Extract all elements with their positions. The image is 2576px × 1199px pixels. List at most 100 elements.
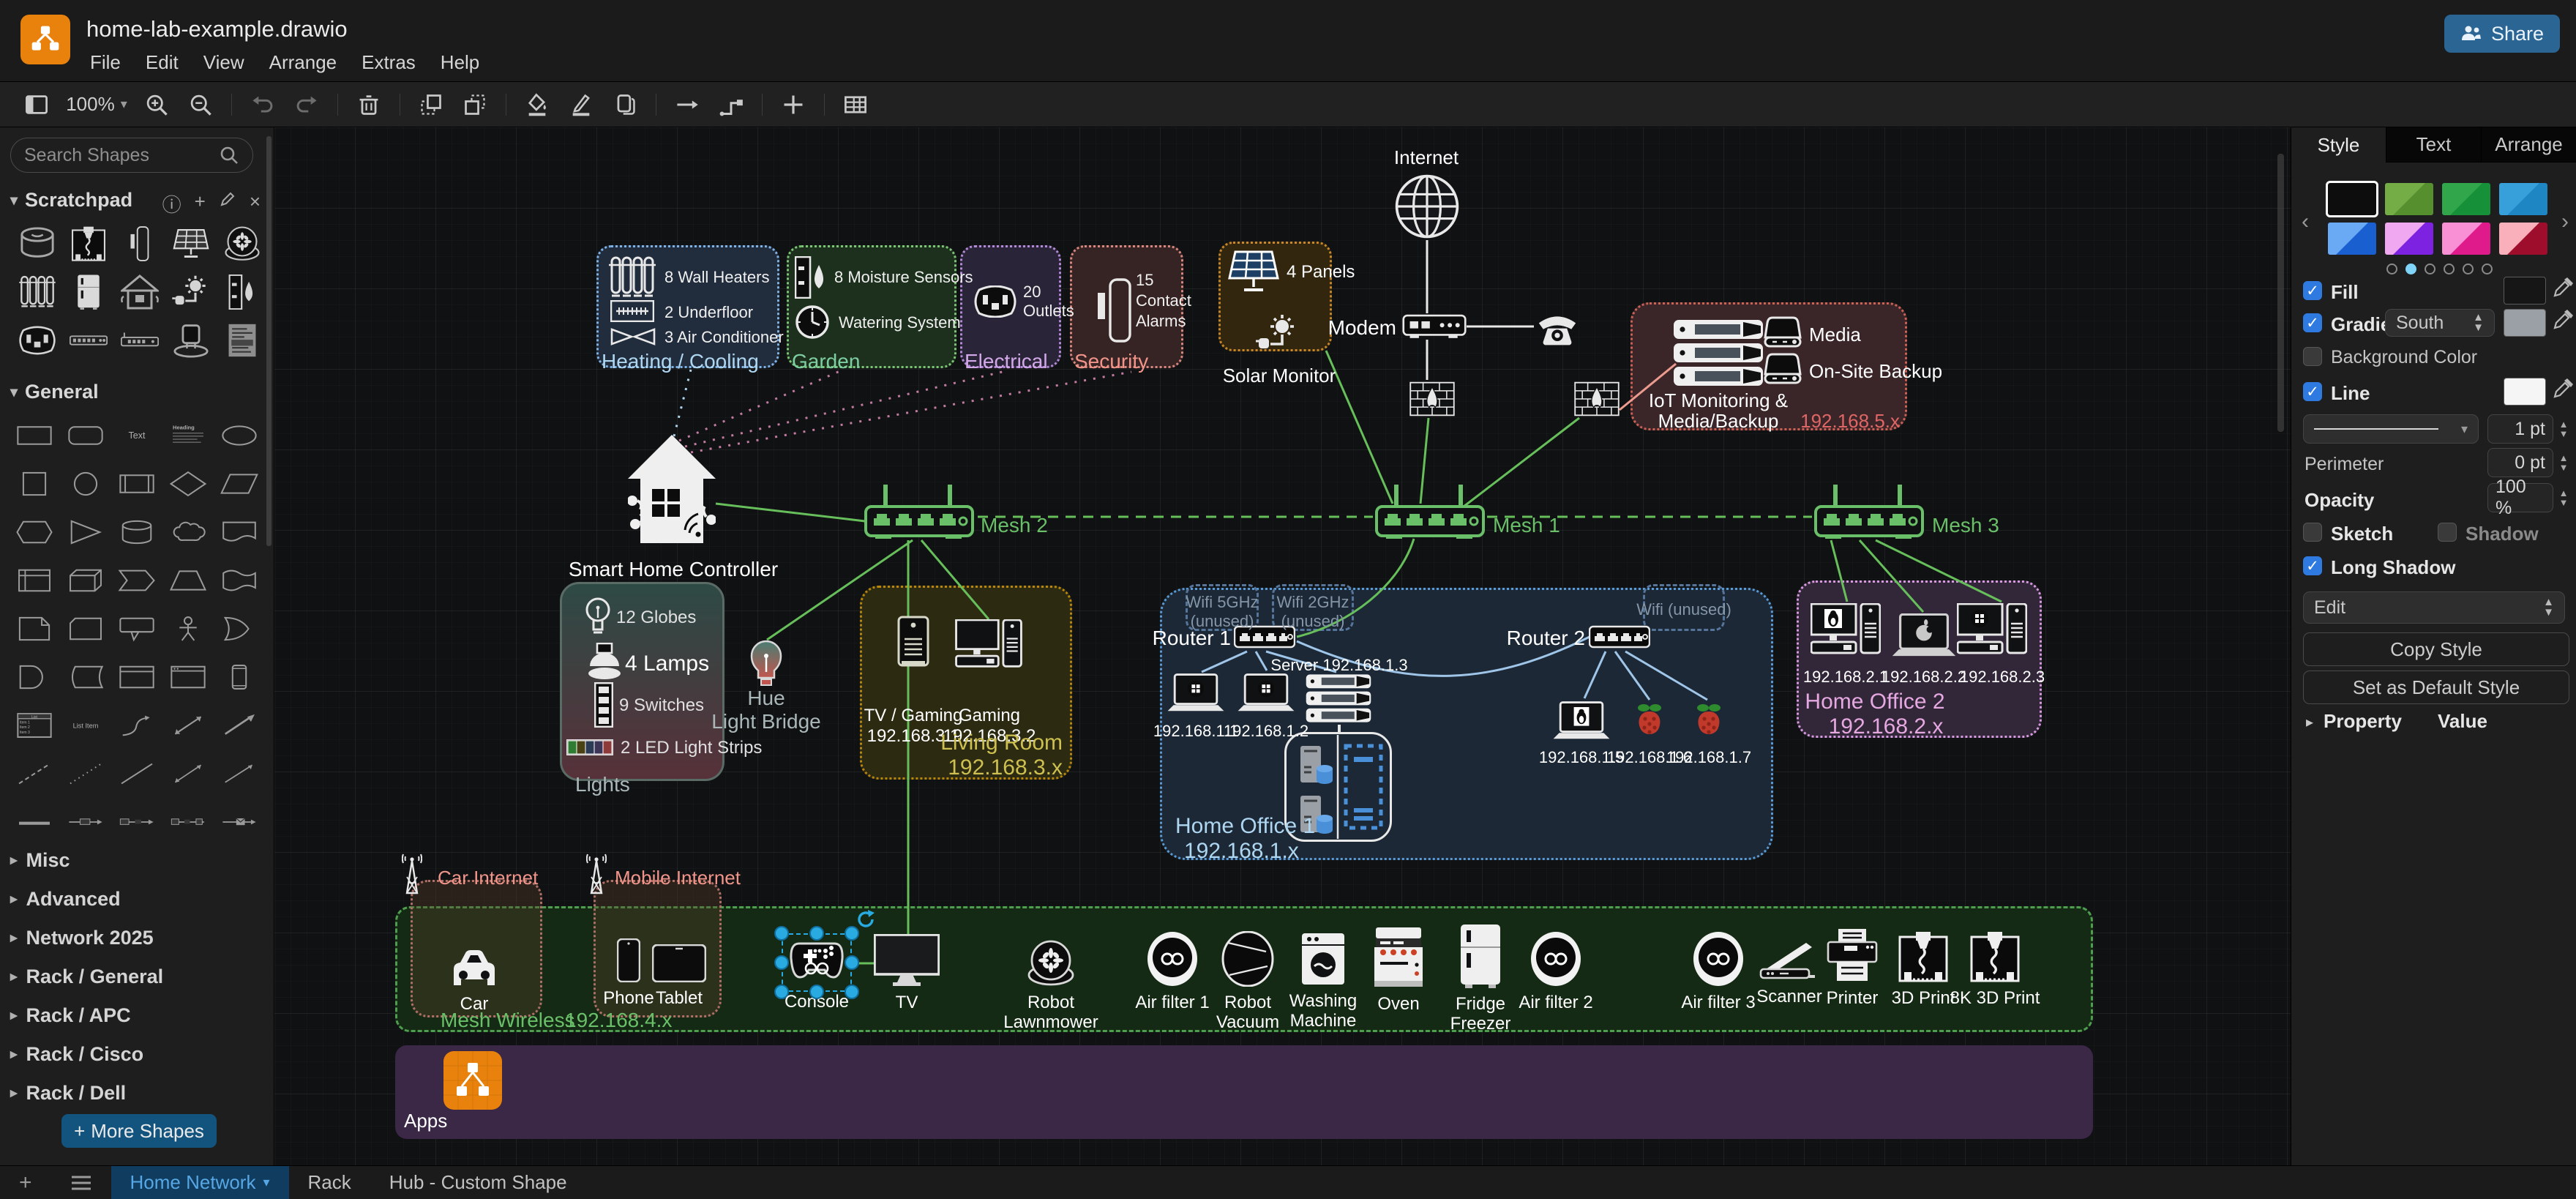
shape-cloud[interactable] [162,508,214,556]
swatch-page-dot[interactable] [2425,264,2435,274]
shape-browser[interactable] [162,653,214,701]
shape-container[interactable] [111,653,162,701]
selection-handle[interactable] [845,985,859,999]
node-modem[interactable] [1402,313,1467,340]
node-washing-machine[interactable] [1301,933,1345,985]
shape-trapezoid[interactable] [162,556,214,605]
shape-dotted-line[interactable] [60,750,111,798]
shape-data-storage[interactable] [60,653,111,701]
selection-handle[interactable] [774,926,789,941]
swatch-prev-icon[interactable]: ‹ [2302,209,2309,234]
scratchpad-shape-water-sensor[interactable] [217,268,268,316]
scratchpad-shape-switch-8[interactable] [63,316,114,365]
node-smart-home-controller[interactable] [628,433,716,556]
line-color-icon[interactable] [562,89,600,121]
menu-extras[interactable]: Extras [349,48,428,77]
node-macbook[interactable] [1891,613,1957,660]
node-fridge-freezer[interactable] [1459,924,1502,988]
node-globes[interactable] [585,597,610,640]
style-swatch-4[interactable] [2499,183,2547,215]
section-rack-dell[interactable]: ▸Rack / Dell [10,1082,126,1105]
node-mobile-antenna[interactable] [586,854,607,894]
node-laptop-2[interactable] [1237,672,1295,716]
scratchpad-shape-router-4[interactable] [114,316,165,365]
shape-diamond[interactable] [162,460,214,508]
shape-or[interactable] [214,605,265,653]
shape-text[interactable]: Text [111,411,162,460]
node-firewall-2[interactable] [1574,381,1620,417]
redo-icon[interactable] [288,89,326,121]
canvas-scrollbar[interactable] [2277,154,2284,432]
shape-arrow[interactable] [214,701,265,750]
scratchpad-shape-outlet[interactable] [12,316,63,365]
line-color-swatch[interactable] [2504,378,2546,406]
rotate-handle-icon[interactable] [855,908,877,930]
page-tab-hub-custom-shape[interactable]: Hub - Custom Shape [370,1166,586,1199]
menu-file[interactable]: File [78,48,133,77]
line-width-stepper[interactable]: ▲▼ [2556,414,2571,444]
eyedropper-icon[interactable] [2552,309,2574,331]
to-back-icon[interactable] [456,89,494,121]
node-server[interactable] [1306,672,1371,725]
zoom-in-icon[interactable] [138,89,176,121]
shape-internal-storage[interactable] [9,556,60,605]
style-swatch-8[interactable] [2499,223,2547,255]
node-moisture-sensors[interactable] [795,256,827,299]
node-media-backup-drives[interactable] [1764,316,1802,386]
shape-cube[interactable] [60,556,111,605]
shape-card[interactable] [60,605,111,653]
fill-color-swatch[interactable] [2504,277,2546,305]
selection-handle[interactable] [774,985,789,999]
shape-note[interactable] [9,605,60,653]
panel-tab-style[interactable]: Style [2291,127,2386,163]
scratchpad-shape-robot-vacuum[interactable] [217,220,268,268]
scratchpad-shape-solar-monitor[interactable] [165,268,217,316]
add-page-button[interactable]: + [0,1166,51,1199]
shape-label-1[interactable] [60,798,111,846]
shape-square[interactable] [9,460,60,508]
node-iot-servers[interactable] [1673,319,1764,386]
shape-ellipse[interactable] [214,411,265,460]
shape-list[interactable]: ListItem 1Item 2Item 3 [9,701,60,750]
node-air-filter-1[interactable] [1146,931,1199,987]
set-default-style-button[interactable]: Set as Default Style [2303,671,2569,704]
scratchpad-shape-smart-speaker[interactable] [12,220,63,268]
style-swatch-7[interactable] [2442,223,2490,255]
node-apps-logo[interactable] [443,1051,502,1110]
node-firewall-1[interactable] [1409,381,1455,417]
page-tab-rack[interactable]: Rack [289,1166,370,1199]
node-solar-panels[interactable] [1227,250,1281,293]
connection-icon[interactable] [668,89,706,121]
swatch-next-icon[interactable]: › [2561,209,2569,234]
gradient-color-swatch[interactable] [2504,309,2546,337]
diagram-canvas[interactable]: CarPhoneTabletConsoleTVRobotLawnmowerAir… [274,127,2291,1165]
table-icon[interactable] [836,89,875,121]
node-robot-lawnmower[interactable] [1026,940,1076,987]
swatch-page-dot[interactable] [2386,264,2397,274]
section-rack-cisco[interactable]: ▸Rack / Cisco [10,1043,143,1066]
shape-line[interactable] [111,750,162,798]
fill-checkbox[interactable]: ✓ [2303,281,2322,300]
scratchpad-header[interactable]: ▾Scratchpad [10,189,132,212]
node-scanner[interactable] [1759,938,1819,981]
perimeter-stepper[interactable]: ▲▼ [2556,448,2571,477]
edit-style-select[interactable]: Edit▲▼ [2303,591,2565,624]
undo-icon[interactable] [244,89,282,121]
node-router-2[interactable] [1589,625,1650,650]
node-desktop-win[interactable] [1957,603,2027,657]
insert-icon[interactable] [774,89,812,121]
shape-label-3[interactable] [162,798,214,846]
selection-handle[interactable] [809,926,824,941]
node-watering-system[interactable] [795,305,830,340]
shape-process[interactable] [111,460,162,508]
node-tablet[interactable] [652,944,706,982]
section-rack-general[interactable]: ▸Rack / General [10,965,163,988]
node-telephone[interactable] [1535,307,1579,348]
shape-rounded-rectangle[interactable] [60,411,111,460]
opacity-input[interactable]: 100 % [2487,483,2553,512]
section-rack-apc[interactable]: ▸Rack / APC [10,1004,131,1027]
node-tv-gaming-pc[interactable] [897,616,929,668]
background-color-checkbox[interactable] [2303,347,2322,366]
copy-style-button[interactable]: Copy Style [2303,632,2569,666]
gradient-checkbox[interactable]: ✓ [2303,313,2322,332]
